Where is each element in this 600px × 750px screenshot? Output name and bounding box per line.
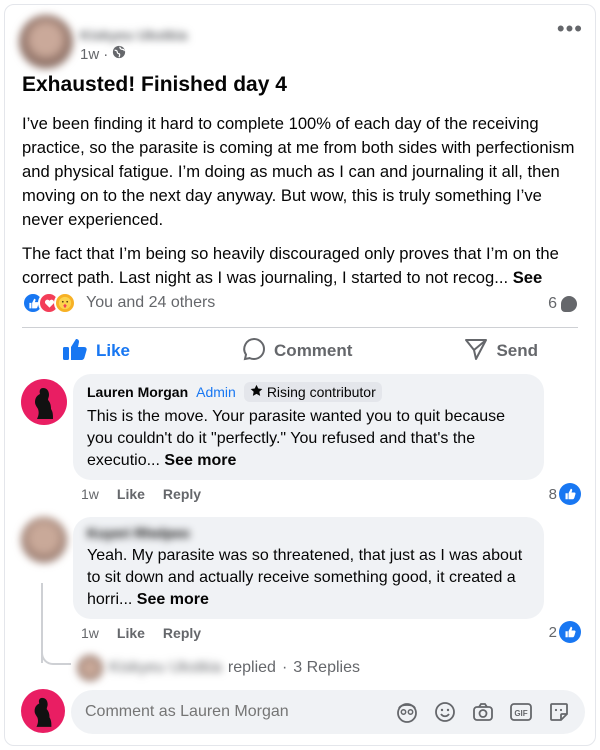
care-reaction-icon [54,292,76,314]
commenter-avatar[interactable] [21,517,67,563]
comment-actions: 1w Like Reply [81,625,201,641]
more-options-icon[interactable]: ••• [557,18,583,40]
like-reaction-icon [559,483,581,505]
commenter-avatar[interactable] [21,379,67,425]
reaction-summary[interactable]: You and 24 others [22,292,215,314]
post-card: Kiskyeu Ukstkia 1w · ••• Exhausted! Fini… [4,4,596,746]
replied-label: replied [227,659,276,676]
like-button[interactable]: Like [22,337,170,366]
send-button[interactable]: Send [424,337,578,366]
comment-author[interactable]: Kuyeri Rhelpeo [87,525,530,541]
comment-count[interactable]: 6 [548,295,577,313]
thumbs-up-icon [62,337,88,366]
comment-like-button[interactable]: Like [117,625,145,641]
reaction-count-text: You and 24 others [86,294,216,311]
reply-avatar [77,655,103,681]
composer-tools: GIF [395,700,571,724]
comment-time[interactable]: 1w [81,486,99,502]
comment-time[interactable]: 1w [81,625,99,641]
comment-bubble: Lauren Morgan Admin Rising contributor T… [73,374,544,480]
reply-author: Kiskyeu Ukstkia [109,659,222,676]
comment-input[interactable] [85,703,395,721]
comment-text: This is the move. Your parasite wanted y… [87,408,506,469]
comment-bubble-icon [561,296,577,312]
avatar-sticker-icon[interactable] [395,700,419,724]
post-actions: Like Comment Send [22,333,578,369]
comment-author[interactable]: Lauren Morgan [87,384,188,400]
author-avatar[interactable] [19,15,73,69]
thread-connector [41,645,71,665]
comment-actions: 1w Like Reply [81,486,201,502]
comment-icon [242,337,266,366]
see-more-link[interactable]: See more [164,452,236,469]
comment-like-count[interactable]: 8 [549,483,581,505]
camera-icon[interactable] [471,700,495,724]
author-name[interactable]: Kiskyeu Ukstkia [80,27,187,43]
globe-icon [112,45,126,63]
view-replies-link[interactable]: Kiskyeu Ukstkia replied · 3 Replies [77,655,360,681]
comment-reply-button[interactable]: Reply [163,486,201,502]
comment-bubble: Kuyeri Rhelpeo Yeah. My parasite was so … [73,517,544,619]
comment-composer: GIF [71,690,585,734]
comment-like-button[interactable]: Like [117,486,145,502]
svg-text:GIF: GIF [514,709,527,718]
star-icon [250,384,263,400]
post-time[interactable]: 1w [80,46,99,63]
divider [22,327,578,328]
like-reaction-icon [559,621,581,643]
post-meta: 1w · [80,45,126,63]
comment-reply-button[interactable]: Reply [163,625,201,641]
comment-button[interactable]: Comment [202,337,392,366]
comment-text: Yeah. My parasite was so threatened, tha… [87,547,523,608]
send-icon [464,337,488,366]
post-title: Exhausted! Finished day 4 [22,73,287,96]
admin-label: Admin [196,384,236,400]
gif-icon[interactable]: GIF [509,700,533,724]
reply-count: 3 Replies [293,659,360,676]
see-more-link[interactable]: See more [137,591,209,608]
emoji-icon[interactable] [433,700,457,724]
current-user-avatar[interactable] [21,689,65,733]
sticker-icon[interactable] [547,700,571,724]
post-paragraph-1: I’ve been finding it hard to complete 10… [22,114,575,229]
contributor-badge: Rising contributor [243,382,382,402]
comment-like-count[interactable]: 2 [549,621,581,643]
